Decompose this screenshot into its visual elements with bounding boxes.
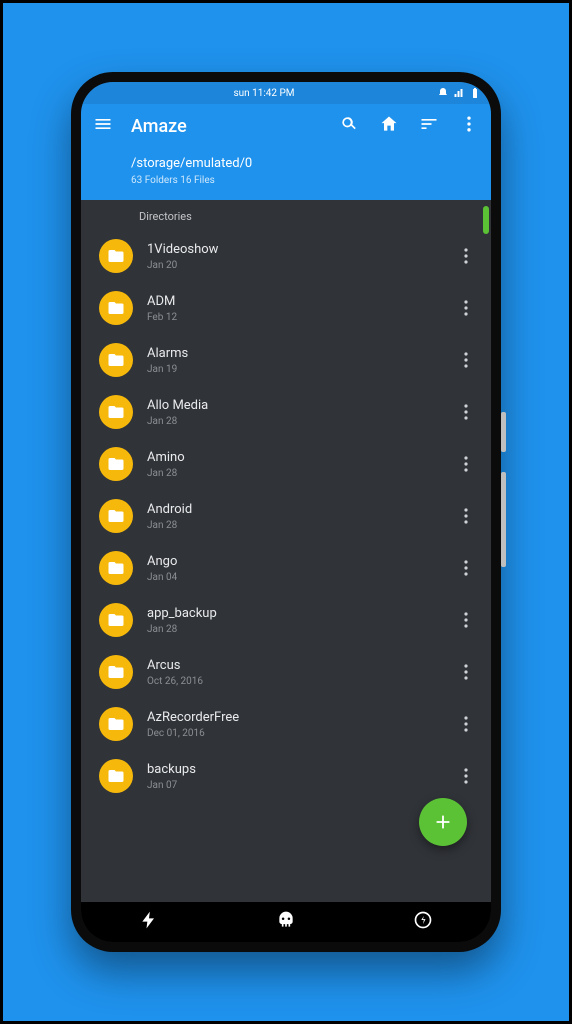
row-more-button[interactable]: [455, 508, 477, 524]
folder-row[interactable]: Allo Media Jan 28: [81, 387, 491, 439]
folder-icon: [99, 395, 133, 429]
row-more-button[interactable]: [455, 560, 477, 576]
nav-lightning-icon[interactable]: [139, 910, 159, 934]
folder-name: Alarms: [147, 346, 441, 361]
folder-row[interactable]: Arcus Oct 26, 2016: [81, 647, 491, 699]
home-button[interactable]: [379, 114, 399, 138]
row-more-button[interactable]: [455, 664, 477, 680]
folder-name: Android: [147, 502, 441, 517]
folder-date: Jan 28: [147, 416, 441, 427]
folder-date: Jan 19: [147, 364, 441, 375]
folder-date: Jan 20: [147, 260, 441, 271]
folder-icon: [99, 603, 133, 637]
folder-name: Allo Media: [147, 398, 441, 413]
folder-icon: [99, 759, 133, 793]
sort-button[interactable]: [419, 114, 439, 138]
folder-name: Arcus: [147, 658, 441, 673]
folder-icon: [99, 343, 133, 377]
folder-name: backups: [147, 762, 441, 777]
app-bar: Amaze /storage/emula: [81, 104, 491, 200]
folder-row[interactable]: backups Jan 07: [81, 751, 491, 803]
folder-icon: [99, 707, 133, 741]
row-more-button[interactable]: [455, 248, 477, 264]
folder-name: Ango: [147, 554, 441, 569]
phone-side-button: [501, 472, 506, 567]
folder-date: Jan 28: [147, 520, 441, 531]
folder-date: Dec 01, 2016: [147, 728, 441, 739]
row-more-button[interactable]: [455, 352, 477, 368]
overflow-menu-button[interactable]: [459, 114, 479, 138]
folder-name: app_backup: [147, 606, 441, 621]
folder-date: Oct 26, 2016: [147, 676, 441, 687]
folder-icon: [99, 239, 133, 273]
row-more-button[interactable]: [455, 768, 477, 784]
row-more-button[interactable]: [455, 716, 477, 732]
status-icons: [437, 87, 481, 99]
fab-add-button[interactable]: [419, 798, 467, 846]
folder-row[interactable]: ADM Feb 12: [81, 283, 491, 335]
folder-row[interactable]: Amino Jan 28: [81, 439, 491, 491]
folder-date: Jan 07: [147, 780, 441, 791]
folder-row[interactable]: Alarms Jan 19: [81, 335, 491, 387]
row-more-button[interactable]: [455, 456, 477, 472]
folder-name: Amino: [147, 450, 441, 465]
row-more-button[interactable]: [455, 300, 477, 316]
folder-name: ADM: [147, 294, 441, 309]
section-header: Directories: [81, 200, 491, 231]
status-time: sun 11:42 PM: [91, 88, 437, 99]
folder-name: AzRecorderFree: [147, 710, 441, 725]
folder-row[interactable]: AzRecorderFree Dec 01, 2016: [81, 699, 491, 751]
folder-row[interactable]: app_backup Jan 28: [81, 595, 491, 647]
notification-icon: [437, 87, 449, 99]
current-path[interactable]: /storage/emulated/0: [131, 156, 479, 171]
row-more-button[interactable]: [455, 404, 477, 420]
search-button[interactable]: [339, 114, 359, 138]
folder-date: Jan 04: [147, 572, 441, 583]
folder-icon: [99, 499, 133, 533]
signal-icon: [453, 87, 465, 99]
folder-row[interactable]: Android Jan 28: [81, 491, 491, 543]
hamburger-menu-button[interactable]: [93, 114, 113, 138]
folder-date: Jan 28: [147, 624, 441, 635]
folder-name: 1Videoshow: [147, 242, 441, 257]
bottom-nav: [81, 902, 491, 942]
folder-stats: 63 Folders 16 Files: [131, 175, 479, 186]
folder-date: Jan 28: [147, 468, 441, 479]
battery-icon: [469, 87, 481, 99]
folder-row[interactable]: 1Videoshow Jan 20: [81, 231, 491, 283]
folder-icon: [99, 655, 133, 689]
folder-row[interactable]: Ango Jan 04: [81, 543, 491, 595]
scroll-indicator[interactable]: [483, 206, 489, 234]
nav-skull-icon[interactable]: [276, 910, 296, 934]
plus-icon: [432, 811, 454, 833]
row-more-button[interactable]: [455, 612, 477, 628]
phone-screen: sun 11:42 PM Amaze: [81, 82, 491, 942]
status-bar: sun 11:42 PM: [81, 82, 491, 104]
nav-flash-icon[interactable]: [413, 910, 433, 934]
phone-side-button: [501, 412, 506, 452]
folder-icon: [99, 291, 133, 325]
folder-icon: [99, 447, 133, 481]
app-title: Amaze: [131, 116, 321, 137]
folder-date: Feb 12: [147, 312, 441, 323]
phone-frame: sun 11:42 PM Amaze: [71, 72, 501, 952]
folder-icon: [99, 551, 133, 585]
file-list[interactable]: Directories 1Videoshow Jan 20 ADM Feb 12 Ala…: [81, 200, 491, 902]
